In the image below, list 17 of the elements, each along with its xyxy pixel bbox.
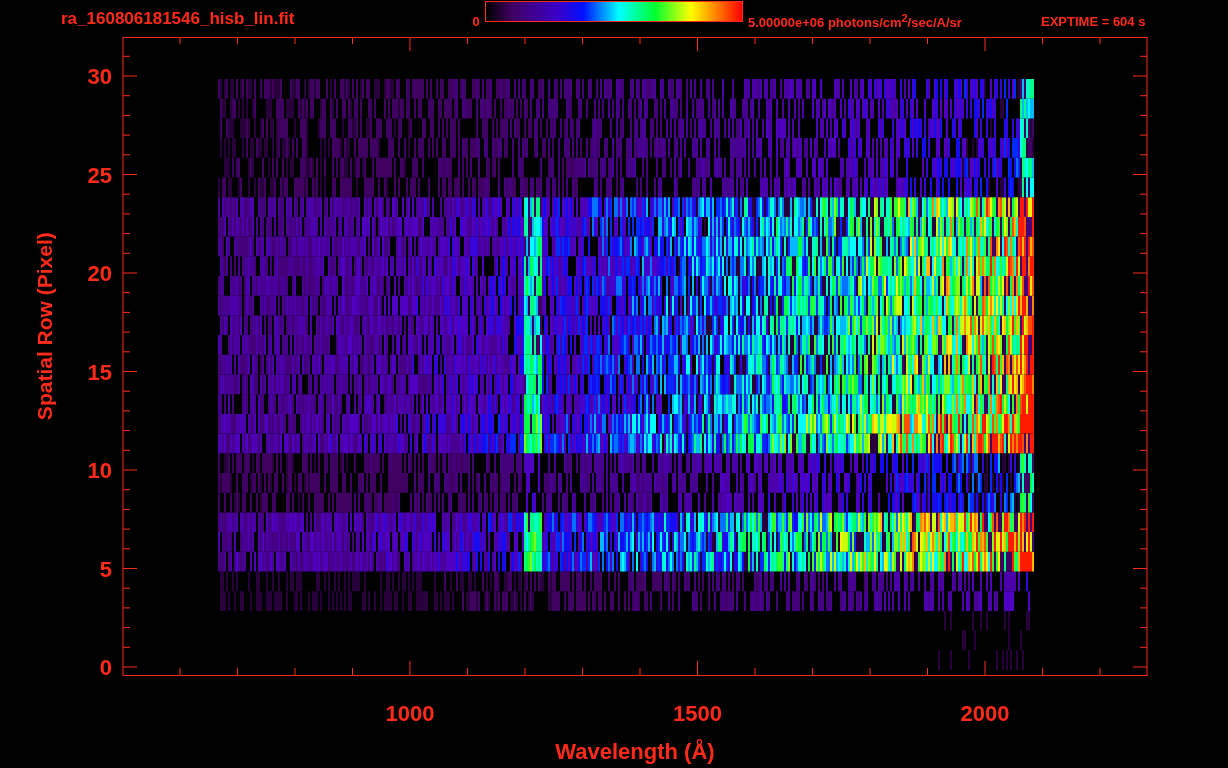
- x-axis-title: Wavelength (Å): [555, 739, 715, 764]
- y-axis-title: Spatial Row (Pixel): [33, 232, 56, 421]
- y-tick-label: 5: [99, 556, 112, 582]
- y-tick-label: 0: [99, 655, 112, 680]
- x-tick-label: 1500: [673, 701, 722, 726]
- y-tick-label: 20: [87, 261, 112, 286]
- x-tick-label: 2000: [960, 701, 1010, 726]
- x-tick-label: 1000: [385, 701, 435, 726]
- y-tick-label: 10: [87, 458, 112, 483]
- heatmap-row: [962, 630, 1022, 651]
- file-title: ra_160806181546_hisb_lin.fit: [61, 8, 296, 29]
- colorbar-max-label: 5.00000e+06 photons/cm$^{2}$/sec/A/sr: [748, 12, 963, 31]
- colorbar-min-label: 0: [471, 14, 481, 29]
- exposure-time: EXPTIME = 604 s: [1041, 14, 1146, 29]
- y-tick-label: 25: [87, 162, 112, 188]
- y-tick-label: 15: [87, 359, 112, 385]
- y-tick-label: 30: [87, 64, 112, 89]
